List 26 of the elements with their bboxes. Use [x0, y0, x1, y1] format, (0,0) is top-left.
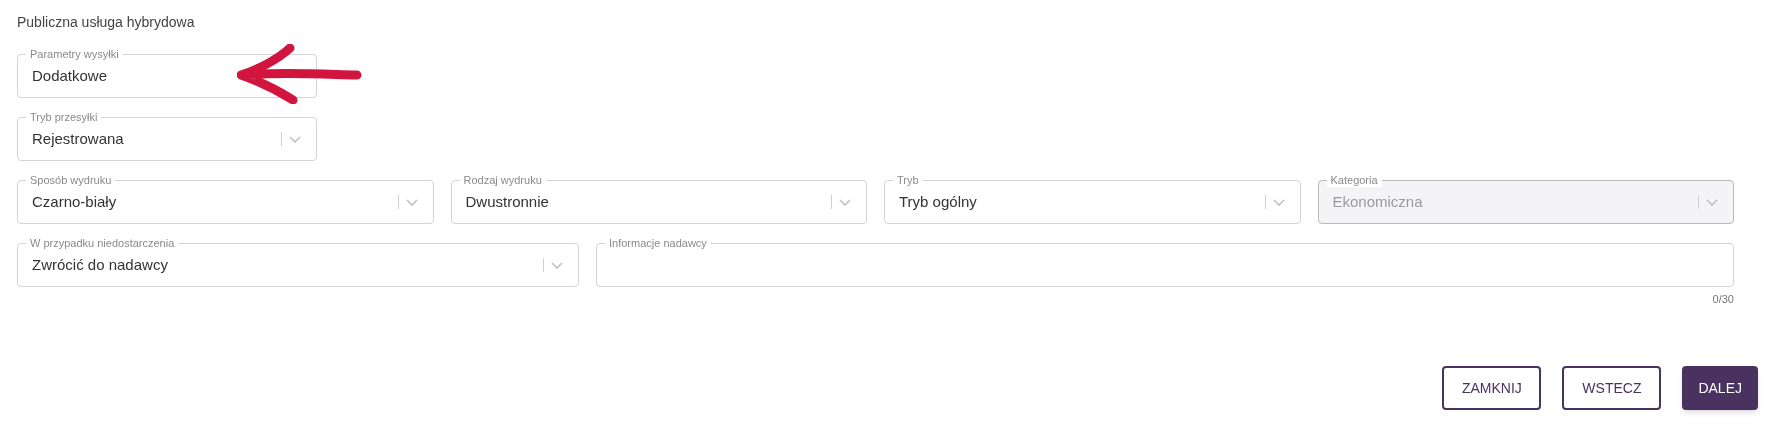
field-value: Rejestrowana [32, 128, 124, 149]
field-label: Kategoria [1326, 173, 1382, 187]
chevron-down-icon [288, 134, 302, 144]
section-title: Publiczna usługa hybrydowa [17, 13, 196, 32]
field-label: Sposób wydruku [26, 173, 116, 187]
chevron-down-icon [1271, 197, 1286, 207]
field-value: Ekonomiczna [1332, 191, 1423, 212]
action-button[interactable]: DALEJ [1682, 366, 1758, 410]
field-value: Czarno-biały [32, 191, 117, 212]
field-label: W przypadku niedostarczenia [26, 236, 179, 250]
field-label: Rodzaj wydruku [459, 173, 546, 187]
chevron-down-icon [550, 260, 564, 270]
field-label: Tryb [893, 173, 923, 187]
field-label: Parametry wysyłki [26, 47, 123, 61]
action-button[interactable]: ZAMKNIJ [1442, 366, 1542, 410]
field-label: Informacje nadawcy [605, 236, 711, 250]
chevron-down-icon [838, 197, 852, 207]
field-value: Zwrócić do nadawcy [32, 254, 168, 275]
field-value: Tryb ogólny [899, 191, 977, 212]
field-value: Dwustronnie [465, 191, 549, 212]
field-value: Dodatkowe [32, 65, 108, 86]
character-counter: 0/30 [1712, 292, 1734, 307]
field-label: Tryb przesyłki [26, 110, 102, 124]
chevron-down-icon [1705, 197, 1719, 207]
chevron-down-icon [404, 197, 419, 207]
action-button[interactable]: WSTECZ [1562, 366, 1662, 410]
